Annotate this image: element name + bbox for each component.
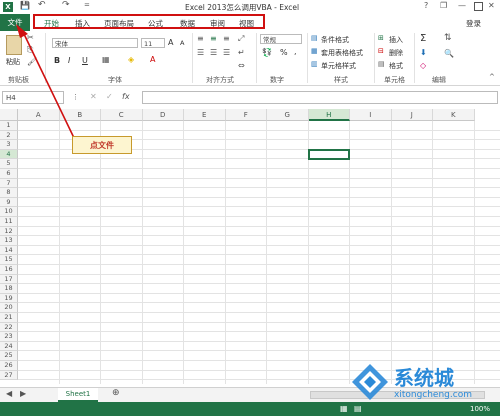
watermark-logo-icon [352, 364, 388, 400]
watermark-url: xitongcheng.com [394, 390, 472, 400]
sheet-prev-icon[interactable]: ◀ [6, 389, 12, 398]
sheet-tab[interactable]: Sheet1 [58, 388, 98, 402]
normal-view-icon[interactable]: ▦ [340, 404, 348, 413]
annotation-arrow [16, 24, 76, 141]
watermark-brand: 系统城 [394, 366, 454, 390]
watermark: 系统城 xitongcheng.com [350, 360, 498, 408]
annotation-callout: 点文件 [72, 136, 132, 154]
add-sheet-icon[interactable]: ⊕ [112, 388, 120, 398]
sheet-next-icon[interactable]: ▶ [20, 389, 26, 398]
